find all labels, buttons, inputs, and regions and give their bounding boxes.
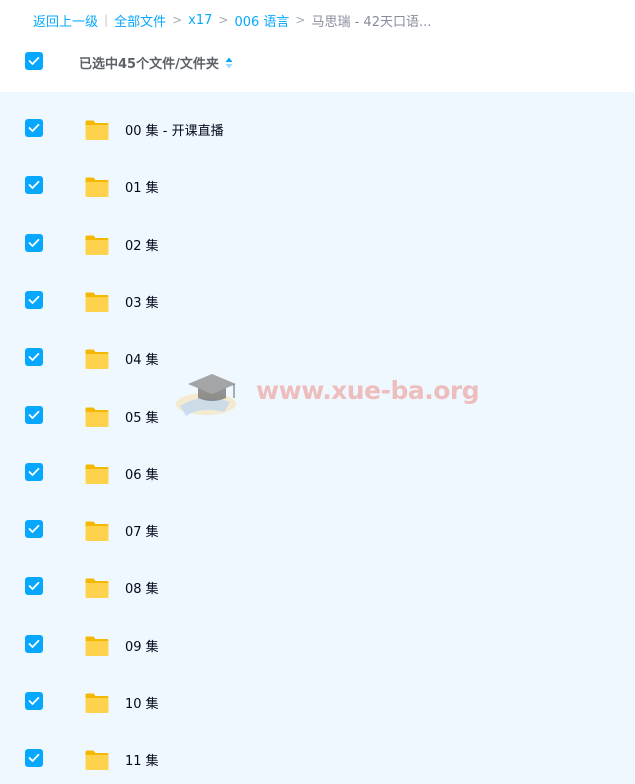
checkmark-icon — [28, 410, 40, 419]
sort-icon[interactable] — [225, 57, 233, 69]
folder-icon — [85, 578, 109, 598]
list-item[interactable]: 02 集 — [0, 215, 635, 272]
list-item[interactable]: 01 集 — [0, 157, 635, 214]
file-name[interactable]: 01 集 — [125, 177, 159, 196]
breadcrumb-language[interactable]: 006 语言 — [234, 11, 289, 30]
folder-icon — [85, 521, 109, 541]
select-all-checkbox[interactable] — [25, 52, 43, 70]
selection-count: 已选中45个文件/文件夹 — [79, 53, 233, 72]
file-name[interactable]: 00 集 - 开课直播 — [125, 120, 224, 139]
breadcrumb-separator: > — [295, 13, 306, 27]
file-name[interactable]: 08 集 — [125, 578, 159, 597]
folder-icon — [85, 349, 109, 369]
row-checkbox[interactable] — [25, 176, 43, 194]
file-list: 00 集 - 开课直播 01 集 02 集 03 集 04 集 05 集 06 集 07 集 0… — [0, 92, 635, 784]
checkmark-icon — [28, 352, 40, 361]
list-item[interactable]: 05 集 — [0, 387, 635, 444]
list-item[interactable]: 08 集 — [0, 558, 635, 615]
list-header: 已选中45个文件/文件夹 — [0, 42, 635, 82]
checkmark-icon — [28, 753, 40, 762]
row-checkbox[interactable] — [25, 577, 43, 595]
file-name[interactable]: 10 集 — [125, 693, 159, 712]
checkmark-icon — [28, 56, 40, 65]
list-item[interactable]: 10 集 — [0, 673, 635, 730]
checkmark-icon — [28, 467, 40, 476]
folder-icon — [85, 464, 109, 484]
breadcrumb-separator: > — [218, 13, 229, 27]
file-browser: 返回上一级 | 全部文件 > x17 > 006 语言 > 马思瑞 - 42天口… — [0, 0, 635, 784]
file-name[interactable]: 04 集 — [125, 349, 159, 368]
row-checkbox[interactable] — [25, 234, 43, 252]
list-item[interactable]: 04 集 — [0, 329, 635, 386]
list-item[interactable]: 11 集 — [0, 730, 635, 784]
list-item[interactable]: 00 集 - 开课直播 — [0, 100, 635, 157]
row-checkbox[interactable] — [25, 692, 43, 710]
file-name[interactable]: 09 集 — [125, 636, 159, 655]
row-checkbox[interactable] — [25, 291, 43, 309]
checkmark-icon — [28, 639, 40, 648]
row-checkbox[interactable] — [25, 520, 43, 538]
list-item[interactable]: 09 集 — [0, 616, 635, 673]
row-checkbox[interactable] — [25, 463, 43, 481]
folder-icon — [85, 177, 109, 197]
checkmark-icon — [28, 180, 40, 189]
back-link[interactable]: 返回上一级 — [33, 11, 98, 30]
breadcrumb-current: 马思瑞 - 42天口语... — [311, 14, 432, 30]
list-item[interactable]: 03 集 — [0, 272, 635, 329]
row-checkbox[interactable] — [25, 635, 43, 653]
breadcrumb-separator: > — [172, 13, 183, 27]
checkmark-icon — [28, 123, 40, 132]
folder-icon — [85, 292, 109, 312]
folder-icon — [85, 407, 109, 427]
row-checkbox[interactable] — [25, 406, 43, 424]
breadcrumb: 返回上一级 | 全部文件 > x17 > 006 语言 > 马思瑞 - 42天口… — [33, 10, 431, 30]
folder-icon — [85, 636, 109, 656]
checkmark-icon — [28, 238, 40, 247]
checkmark-icon — [28, 581, 40, 590]
file-name[interactable]: 02 集 — [125, 235, 159, 254]
file-name[interactable]: 03 集 — [125, 292, 159, 311]
checkmark-icon — [28, 696, 40, 705]
row-checkbox[interactable] — [25, 119, 43, 137]
row-checkbox[interactable] — [25, 749, 43, 767]
breadcrumb-divider: | — [104, 13, 109, 27]
breadcrumb-all-files[interactable]: 全部文件 — [114, 11, 166, 30]
file-name[interactable]: 11 集 — [125, 750, 159, 769]
breadcrumb-x17[interactable]: x17 — [188, 13, 212, 28]
selection-count-label: 已选中45个文件/文件夹 — [79, 57, 219, 72]
folder-icon — [85, 120, 109, 140]
file-name[interactable]: 06 集 — [125, 464, 159, 483]
checkmark-icon — [28, 524, 40, 533]
folder-icon — [85, 750, 109, 770]
list-item[interactable]: 07 集 — [0, 501, 635, 558]
checkmark-icon — [28, 295, 40, 304]
list-item[interactable]: 06 集 — [0, 444, 635, 501]
file-name[interactable]: 07 集 — [125, 521, 159, 540]
folder-icon — [85, 235, 109, 255]
folder-icon — [85, 693, 109, 713]
row-checkbox[interactable] — [25, 348, 43, 366]
file-name[interactable]: 05 集 — [125, 407, 159, 426]
